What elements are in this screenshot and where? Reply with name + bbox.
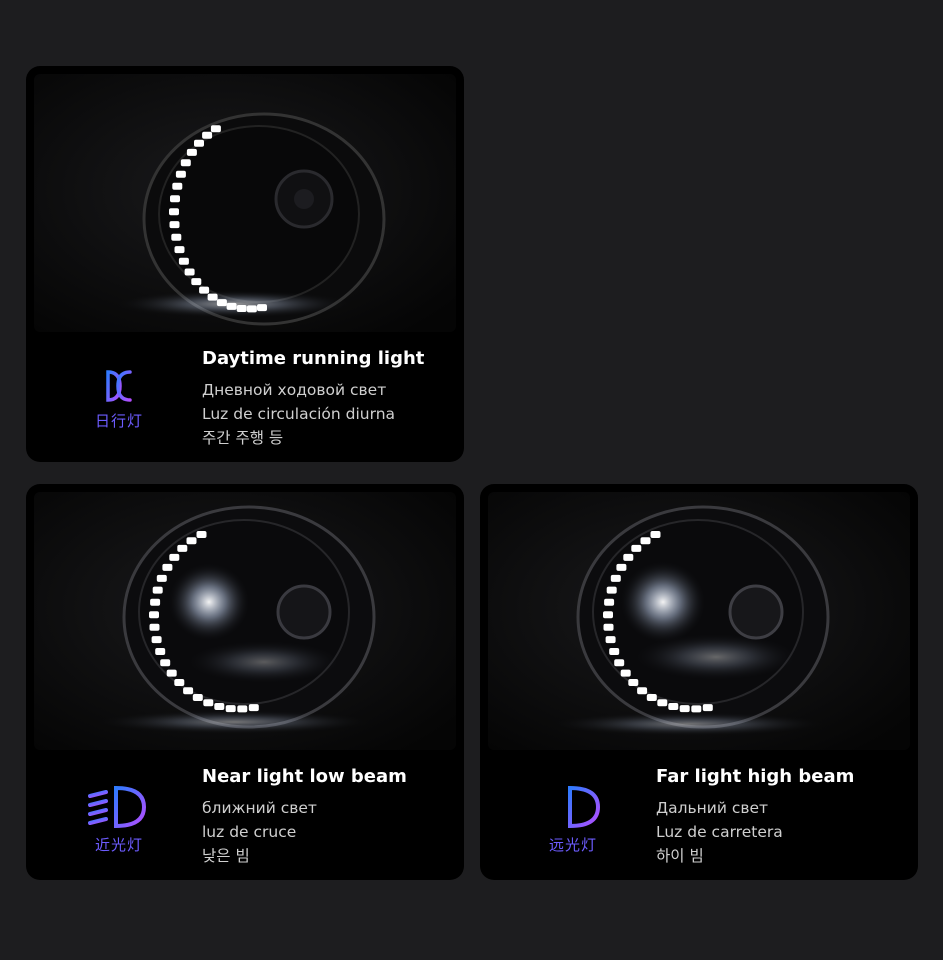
led-segment bbox=[616, 563, 627, 571]
led-segment bbox=[207, 293, 218, 301]
led-segment bbox=[174, 246, 185, 254]
headlight-high-beam-image bbox=[488, 492, 910, 750]
drl-icon-label: 日行灯 bbox=[94, 412, 143, 430]
led-segment bbox=[170, 195, 180, 203]
high-beam-icon-group: 远光灯 bbox=[528, 784, 618, 855]
led-segment bbox=[171, 233, 182, 241]
led-segment bbox=[603, 623, 614, 631]
led-segment bbox=[174, 679, 185, 686]
led-segment bbox=[152, 586, 163, 594]
led-segment bbox=[178, 257, 189, 265]
led-segment bbox=[603, 611, 613, 619]
led-segment bbox=[191, 278, 202, 286]
headlight-low-beam-image bbox=[34, 492, 456, 750]
drl-text: Daytime running light Дневной ходовой св… bbox=[202, 348, 424, 450]
led-segment bbox=[679, 705, 690, 713]
led-segment bbox=[610, 574, 621, 582]
led-segment bbox=[637, 687, 648, 695]
low-beam-text: Near light low beam ближний свет luz de … bbox=[202, 766, 407, 868]
led-segment bbox=[246, 305, 257, 313]
headlight-drl-photo bbox=[34, 74, 456, 332]
card-title: Daytime running light bbox=[202, 348, 425, 369]
led-segment bbox=[149, 611, 159, 619]
led-segment bbox=[162, 563, 173, 571]
translation-ru: ближний свет bbox=[202, 799, 317, 817]
led-segment bbox=[175, 170, 186, 178]
led-segment bbox=[169, 208, 179, 216]
led-segment bbox=[614, 659, 625, 667]
headlight-high-beam-photo bbox=[488, 492, 910, 750]
low-beam-icon-group: 近光灯 bbox=[74, 784, 164, 855]
translation-ru: Дневной ходовой свет bbox=[202, 381, 387, 399]
led-segment bbox=[169, 221, 180, 229]
led-segment bbox=[236, 305, 247, 312]
led-segment bbox=[180, 159, 191, 167]
led-segment bbox=[691, 705, 702, 713]
led-segment bbox=[169, 553, 180, 561]
low-beam-icon-label: 近光灯 bbox=[94, 836, 143, 854]
led-segment bbox=[192, 694, 203, 701]
low-beam-card: 近光灯 Near light low beam ближний свет luz… bbox=[26, 484, 464, 880]
translation-ru: Дальний свет bbox=[656, 799, 769, 817]
led-segment bbox=[172, 182, 183, 190]
led-segment bbox=[216, 299, 227, 307]
led-segment bbox=[605, 636, 616, 644]
led-segment bbox=[702, 704, 713, 712]
led-segment bbox=[604, 598, 615, 606]
led-segment bbox=[226, 302, 237, 310]
daytime-running-light-icon bbox=[86, 370, 152, 402]
high-beam-icon bbox=[542, 785, 601, 829]
led-segment bbox=[609, 648, 620, 655]
daytime-running-light-card: 日行灯 Daytime running light Дневной ходово… bbox=[26, 66, 464, 462]
led-segment bbox=[177, 544, 188, 552]
translation-es: Luz de carretera bbox=[656, 823, 783, 841]
led-segment bbox=[166, 669, 177, 677]
high-beam-text: Far light high beam Дальний свет Luz de … bbox=[656, 766, 854, 868]
led-segment bbox=[194, 139, 204, 147]
drl-icon-group: 日行灯 bbox=[74, 366, 164, 431]
led-segment bbox=[620, 669, 631, 677]
led-segment bbox=[668, 703, 679, 710]
led-segment bbox=[257, 304, 267, 312]
led-segment bbox=[646, 694, 657, 701]
card-title: Far light high beam bbox=[656, 766, 855, 787]
headlight-low-beam-photo bbox=[34, 492, 456, 750]
headlight-drl-image bbox=[34, 74, 456, 332]
translation-ko: 낮은 빔 bbox=[202, 847, 250, 865]
led-segment bbox=[183, 687, 194, 695]
led-segment bbox=[184, 268, 195, 276]
led-segment bbox=[196, 531, 207, 538]
led-segment bbox=[160, 659, 171, 667]
translation-es: luz de cruce bbox=[202, 823, 297, 841]
led-segment bbox=[155, 648, 166, 655]
led-segment bbox=[623, 553, 634, 561]
led-segment bbox=[214, 703, 225, 710]
led-segment bbox=[650, 531, 661, 538]
led-segment bbox=[631, 544, 642, 552]
led-segment bbox=[203, 699, 214, 707]
led-segment bbox=[186, 537, 197, 545]
led-segment bbox=[199, 286, 210, 294]
led-segment bbox=[151, 636, 162, 644]
card-title: Near light low beam bbox=[202, 766, 407, 787]
led-segment bbox=[186, 148, 197, 156]
led-segment bbox=[237, 705, 248, 713]
led-segment bbox=[210, 125, 221, 133]
led-segment bbox=[640, 537, 651, 545]
led-segment bbox=[149, 623, 160, 631]
led-segment bbox=[225, 705, 236, 713]
led-segment bbox=[606, 586, 617, 594]
high-beam-icon-label: 远光灯 bbox=[548, 836, 597, 854]
led-segment bbox=[248, 704, 259, 712]
translation-ko: 주간 주행 등 bbox=[202, 429, 284, 447]
led-segment bbox=[150, 598, 161, 606]
led-segment bbox=[156, 574, 167, 582]
led-segment bbox=[202, 131, 213, 139]
translation-ko: 하이 빔 bbox=[656, 847, 704, 865]
translation-es: Luz de circulación diurna bbox=[202, 405, 396, 423]
led-segment bbox=[628, 679, 639, 686]
low-beam-icon bbox=[88, 785, 147, 829]
led-segment bbox=[657, 699, 668, 707]
high-beam-card: 远光灯 Far light high beam Дальний свет Luz… bbox=[480, 484, 918, 880]
